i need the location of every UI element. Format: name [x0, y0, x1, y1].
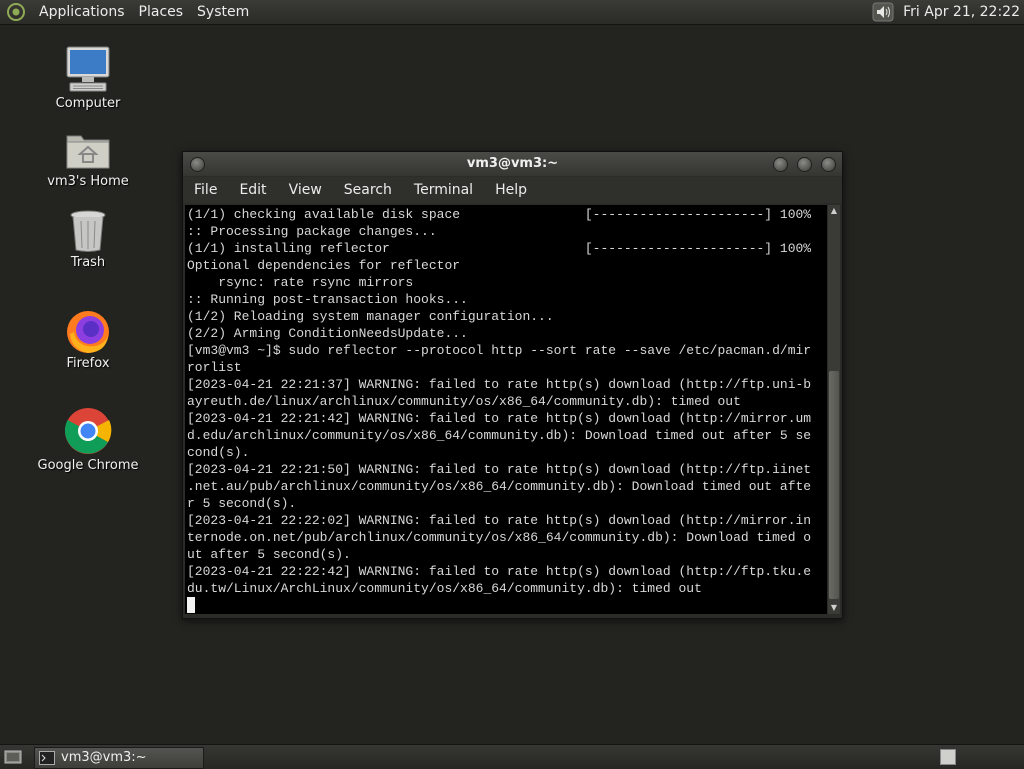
terminal-line: (1/1) checking available disk space [---…	[187, 207, 812, 222]
terminal-line: ayreuth.de/linux/archlinux/community/os/…	[187, 394, 741, 409]
terminal-line: Optional dependencies for reflector	[187, 258, 461, 273]
menu-file[interactable]: File	[183, 182, 228, 198]
terminal-line: ut after 5 second(s).	[187, 547, 351, 562]
terminal-line: :: Running post-transaction hooks...	[187, 292, 468, 307]
terminal-line: r 5 second(s).	[187, 496, 297, 511]
desktop-icon-trash[interactable]: Trash	[33, 209, 143, 270]
minimize-button[interactable]	[773, 157, 788, 172]
terminal-line: (1/2) Reloading system manager configura…	[187, 309, 554, 324]
terminal-line: [2023-04-21 22:21:50] WARNING: failed to…	[187, 462, 812, 477]
trash-icon	[70, 210, 106, 252]
firefox-icon	[67, 311, 109, 353]
desktop-icon-computer[interactable]: Computer	[33, 44, 143, 111]
desktop-icon-chrome[interactable]: Google Chrome	[33, 406, 143, 473]
computer-icon	[66, 46, 110, 92]
terminal-line: :: Processing package changes...	[187, 224, 437, 239]
main-menu-icon[interactable]	[6, 2, 26, 22]
terminal-line: [2023-04-21 22:21:37] WARNING: failed to…	[187, 377, 812, 392]
system-menu[interactable]: System	[190, 4, 256, 20]
applications-menu[interactable]: Applications	[32, 4, 132, 20]
terminal-line: rorlist	[187, 360, 242, 375]
terminal-line: [2023-04-21 22:22:02] WARNING: failed to…	[187, 513, 812, 528]
window-titlebar[interactable]: vm3@vm3:~	[183, 152, 842, 176]
taskbar-terminal-button[interactable]: vm3@vm3:~	[34, 747, 204, 769]
volume-icon[interactable]	[871, 1, 895, 23]
terminal-scrollbar[interactable]: ▲ ▼	[828, 205, 840, 614]
desktop-icon-label: Firefox	[66, 356, 110, 371]
menu-edit[interactable]: Edit	[228, 182, 277, 198]
window-menu-icon[interactable]	[190, 157, 205, 172]
task-label: vm3@vm3:~	[61, 750, 147, 765]
terminal-line: [vm3@vm3 ~]$ sudo reflector --protocol h…	[187, 343, 812, 358]
terminal-line: cond(s).	[187, 445, 250, 460]
places-menu[interactable]: Places	[132, 4, 191, 20]
desktop-icon-firefox[interactable]: Firefox	[33, 308, 143, 371]
terminal-line: [2023-04-21 22:22:42] WARNING: failed to…	[187, 564, 812, 579]
scroll-up-arrow-icon[interactable]: ▲	[828, 205, 840, 217]
desktop-icon-label: vm3's Home	[47, 174, 129, 189]
menu-view[interactable]: View	[278, 182, 333, 198]
scrollbar-thumb[interactable]	[829, 371, 839, 599]
terminal-line: .net.au/pub/archlinux/community/os/x86_6…	[187, 479, 812, 494]
chrome-icon	[64, 408, 112, 454]
menu-search[interactable]: Search	[333, 182, 403, 198]
window-title: vm3@vm3:~	[466, 156, 559, 171]
menu-terminal[interactable]: Terminal	[403, 182, 484, 198]
desktop-icon-home[interactable]: vm3's Home	[33, 128, 143, 189]
terminal-output[interactable]: (1/1) checking available disk space [---…	[185, 205, 827, 614]
desktop-icon-label: Google Chrome	[37, 458, 139, 473]
workspace-switcher[interactable]	[940, 749, 956, 765]
clock[interactable]: Fri Apr 21, 22:22	[903, 4, 1020, 20]
terminal-window: vm3@vm3:~ File Edit View Search Terminal…	[182, 151, 843, 619]
home-folder-icon	[66, 135, 110, 169]
menu-help[interactable]: Help	[484, 182, 538, 198]
terminal-icon	[39, 751, 55, 765]
close-button[interactable]	[821, 157, 836, 172]
terminal-line: du.tw/Linux/ArchLinux/community/os/x86_6…	[187, 581, 702, 596]
maximize-button[interactable]	[797, 157, 812, 172]
terminal-menubar: File Edit View Search Terminal Help	[183, 177, 842, 203]
terminal-cursor	[187, 597, 827, 614]
desktop-icon-label: Trash	[70, 255, 106, 270]
desktop-icon-label: Computer	[55, 96, 121, 111]
terminal-line: (2/2) Arming ConditionNeedsUpdate...	[187, 326, 468, 341]
terminal-line: (1/1) installing reflector [------------…	[187, 241, 812, 256]
terminal-line: rsync: rate rsync mirrors	[187, 275, 414, 290]
terminal-line: d.edu/archlinux/community/os/x86_64/comm…	[187, 428, 812, 443]
scroll-down-arrow-icon[interactable]: ▼	[828, 602, 840, 614]
terminal-line: [2023-04-21 22:21:42] WARNING: failed to…	[187, 411, 812, 426]
bottom-panel: vm3@vm3:~	[0, 744, 1024, 769]
terminal-text: (1/1) checking available disk space [---…	[185, 205, 827, 614]
top-panel: Applications Places System Fri Apr 21, 2…	[0, 0, 1024, 25]
show-desktop-icon[interactable]	[4, 749, 22, 765]
terminal-line: ternode.on.net/pub/archlinux/community/o…	[187, 530, 812, 545]
